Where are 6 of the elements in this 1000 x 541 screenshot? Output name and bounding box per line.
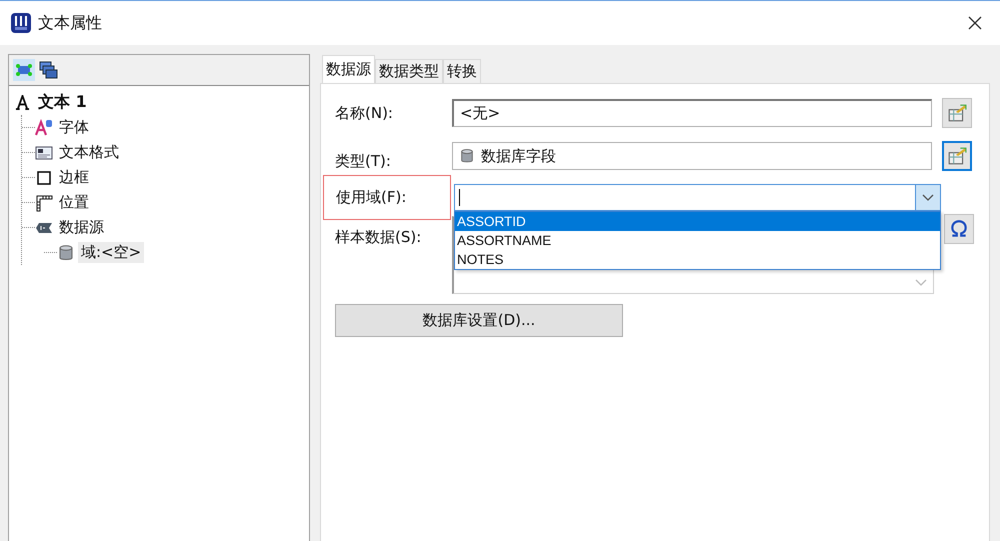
field-value: 数据库字段 bbox=[481, 146, 556, 166]
field-label: 名称(N): bbox=[335, 104, 394, 122]
field-label: 样本数据(S): bbox=[335, 228, 422, 247]
field-label: 类型(T): bbox=[335, 152, 392, 171]
field-label: 使用域(F): bbox=[336, 188, 406, 206]
window-title: 文本属性 bbox=[38, 12, 102, 34]
